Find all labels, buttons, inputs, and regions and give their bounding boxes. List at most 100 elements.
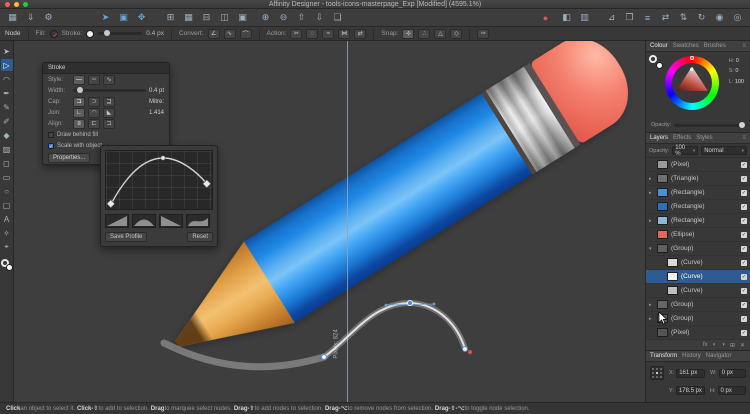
canvas[interactable]: Pixels: 824 Stroke Style: — ┅ ∿ Width: 0… bbox=[14, 41, 645, 402]
pencil-tool[interactable]: ✎ bbox=[1, 101, 13, 113]
layer-effects-icon[interactable]: fx bbox=[703, 342, 708, 348]
h-input[interactable]: 0 px bbox=[717, 386, 746, 396]
cap-square-icon[interactable]: ⊒ bbox=[103, 96, 115, 107]
layer-visibility-checkbox[interactable] bbox=[741, 301, 747, 308]
layer-opacity-dropdown[interactable]: 100 % ▾ bbox=[672, 145, 699, 157]
reset-button[interactable]: Reset bbox=[187, 232, 213, 242]
record-macro-icon[interactable]: ● bbox=[539, 11, 552, 24]
move-tool[interactable]: ➤ bbox=[1, 45, 13, 57]
minimize-window-button[interactable] bbox=[14, 1, 19, 7]
curve-node[interactable] bbox=[321, 354, 327, 360]
snap-objects-icon[interactable]: ◫ bbox=[218, 11, 231, 24]
colour-wheel[interactable] bbox=[665, 56, 719, 110]
layer-visibility-checkbox[interactable] bbox=[741, 315, 747, 322]
tab-brushes[interactable]: Brushes bbox=[704, 43, 726, 49]
vector-crop-tool[interactable]: ◻ bbox=[1, 157, 13, 169]
panel-menu-icon[interactable]: ≡ bbox=[742, 43, 746, 49]
layer-visibility-checkbox[interactable] bbox=[741, 203, 747, 210]
curve-path[interactable] bbox=[323, 301, 466, 358]
save-profile-button[interactable]: Save Profile bbox=[105, 232, 148, 242]
layer-visibility-checkbox[interactable] bbox=[741, 175, 747, 182]
tab-swatches[interactable]: Swatches bbox=[673, 43, 699, 49]
join-bevel-icon[interactable]: ◣ bbox=[103, 107, 115, 118]
align-inside-icon[interactable]: ⊏ bbox=[88, 118, 100, 129]
stroke-width-value[interactable]: 0.4 px bbox=[146, 30, 164, 37]
layer-visibility-checkbox[interactable] bbox=[741, 259, 747, 266]
stroke-dash-icon[interactable]: ┅ bbox=[88, 74, 100, 85]
control-handle[interactable] bbox=[432, 302, 436, 306]
stroke-width-slider[interactable] bbox=[73, 87, 146, 93]
snap-guides-icon[interactable]: ⊟ bbox=[200, 11, 213, 24]
pixel-persona-icon[interactable]: ▣ bbox=[117, 11, 130, 24]
snap-alignment-icon[interactable]: ◇ bbox=[450, 28, 463, 39]
fill-swatch[interactable] bbox=[49, 29, 58, 38]
reverse-curve-icon[interactable]: ⇄ bbox=[354, 28, 367, 39]
properties-button[interactable]: Properties... bbox=[48, 152, 91, 163]
layer-row[interactable]: ▸ (Group) bbox=[646, 298, 750, 312]
scale-with-object-checkbox[interactable] bbox=[48, 142, 54, 149]
pen-tool[interactable]: ✒ bbox=[1, 87, 13, 99]
shade-selector-dot[interactable] bbox=[690, 68, 693, 71]
fill-tool[interactable]: ◆ bbox=[1, 129, 13, 141]
layer-visibility-checkbox[interactable] bbox=[741, 287, 747, 294]
smooth-curve-icon[interactable]: ≈ bbox=[322, 28, 335, 39]
fill-stroke-indicator[interactable] bbox=[0, 259, 13, 271]
active-colour-swatches[interactable] bbox=[649, 55, 663, 69]
layer-row[interactable]: (Curve) bbox=[646, 256, 750, 270]
zoom-tool[interactable]: ⌖ bbox=[1, 241, 13, 253]
pressure-handle-start[interactable] bbox=[106, 199, 116, 209]
selected-curve-node[interactable] bbox=[406, 299, 413, 306]
stroke-panel-title[interactable]: Stroke bbox=[43, 63, 169, 74]
layer-visibility-checkbox[interactable] bbox=[741, 329, 747, 336]
expand-arrow-icon[interactable]: ▸ bbox=[649, 176, 654, 182]
expand-arrow-icon[interactable]: ▸ bbox=[649, 218, 654, 224]
align-icon[interactable]: ≡ bbox=[641, 11, 654, 24]
convert-smooth-icon[interactable]: ∿ bbox=[223, 28, 236, 39]
rotate-icon[interactable]: ↻ bbox=[695, 11, 708, 24]
snap-off-curves-icon[interactable]: ∴ bbox=[418, 28, 431, 39]
layer-visibility-checkbox[interactable] bbox=[741, 189, 747, 196]
align-centre-icon[interactable]: ≡ bbox=[73, 118, 85, 129]
draw-behind-fill-checkbox[interactable] bbox=[48, 131, 54, 138]
layer-visibility-checkbox[interactable] bbox=[741, 273, 747, 280]
preview-mode-icon[interactable]: ◧ bbox=[560, 11, 573, 24]
layer-visibility-checkbox[interactable] bbox=[741, 161, 747, 168]
pressure-curve[interactable] bbox=[110, 157, 208, 205]
curve-end-point[interactable] bbox=[468, 350, 472, 354]
lightness-value[interactable]: 100 bbox=[735, 79, 744, 85]
break-curve-icon[interactable]: ✂ bbox=[290, 28, 303, 39]
stroke-width-value[interactable]: 0.4 pt bbox=[149, 88, 164, 94]
y-input[interactable]: 178.5 px bbox=[675, 386, 705, 396]
layer-visibility-checkbox[interactable] bbox=[741, 231, 747, 238]
pressure-preset-wave[interactable] bbox=[186, 214, 210, 228]
ellipse-tool[interactable]: ○ bbox=[1, 185, 13, 197]
colour-picker-tool[interactable]: ✧ bbox=[1, 227, 13, 239]
transform-mode-icon[interactable]: ⊿ bbox=[605, 11, 618, 24]
snap-to-geometry-icon[interactable]: ⊹ bbox=[402, 28, 415, 39]
convert-smart-icon[interactable]: ⌒ bbox=[239, 28, 252, 39]
control-handle[interactable] bbox=[384, 303, 388, 307]
group-icon[interactable]: ❏ bbox=[331, 11, 344, 24]
vector-brush-tool[interactable]: ✐ bbox=[1, 115, 13, 127]
place-image-icon[interactable]: ⇓ bbox=[24, 11, 37, 24]
delete-layer-icon[interactable]: ✕ bbox=[740, 342, 745, 349]
layer-row[interactable]: (Curve) bbox=[646, 284, 750, 298]
force-pixel-alignment-icon[interactable]: ▣ bbox=[236, 11, 249, 24]
rectangle-tool[interactable]: ▭ bbox=[1, 171, 13, 183]
stroke-brush-icon[interactable]: ∿ bbox=[103, 74, 115, 85]
join-round-icon[interactable]: ◠ bbox=[88, 107, 100, 118]
corner-tool[interactable]: ◠ bbox=[1, 73, 13, 85]
tab-navigator[interactable]: Navigator bbox=[706, 353, 732, 359]
expand-arrow-icon[interactable]: ▸ bbox=[649, 316, 654, 322]
hue-value[interactable]: 0 bbox=[736, 58, 739, 64]
stroke-width-slider[interactable] bbox=[98, 30, 143, 36]
layer-row[interactable]: ▸ (Rectangle) bbox=[646, 214, 750, 228]
w-input[interactable]: 0 px bbox=[718, 368, 746, 378]
mitre-value[interactable]: 1.414 bbox=[149, 110, 164, 116]
tab-styles[interactable]: Styles bbox=[696, 135, 712, 141]
anchor-point-selector[interactable] bbox=[650, 366, 664, 380]
expand-arrow-icon[interactable]: ▾ bbox=[649, 246, 654, 252]
zoom-window-button[interactable] bbox=[23, 1, 28, 7]
pressure-toggle-icon[interactable]: ✑ bbox=[477, 28, 490, 39]
layer-row[interactable]: ▸ (Triangle) bbox=[646, 172, 750, 186]
